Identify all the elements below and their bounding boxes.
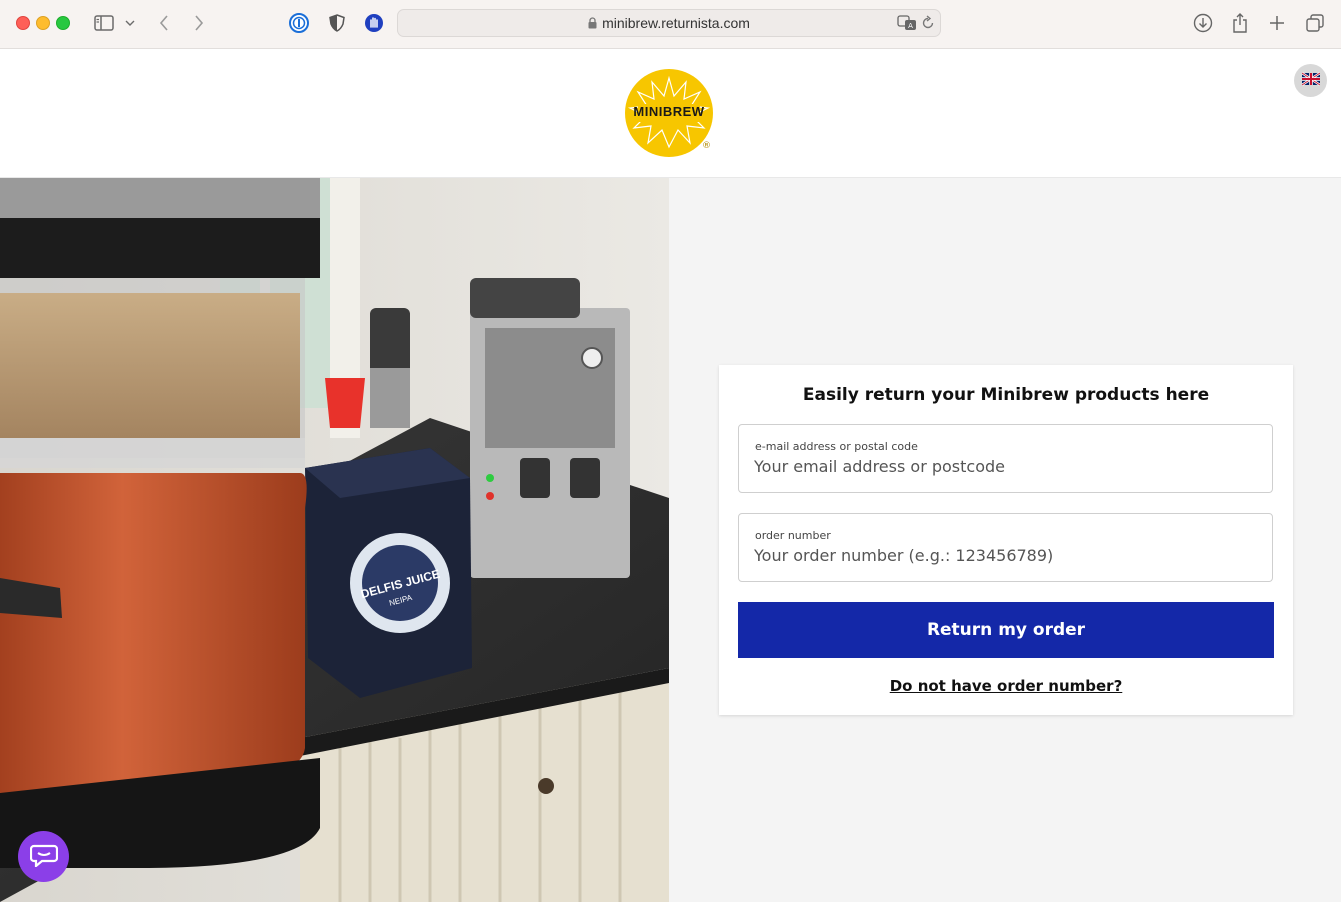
- minimize-window-button[interactable]: [36, 16, 50, 30]
- download-icon[interactable]: [1193, 11, 1213, 35]
- registered-mark: ®: [702, 141, 711, 151]
- close-window-button[interactable]: [16, 16, 30, 30]
- translate-icon[interactable]: A: [897, 15, 917, 35]
- email-input[interactable]: [754, 457, 1254, 476]
- chat-button[interactable]: [18, 831, 69, 882]
- password-manager-icon[interactable]: [289, 11, 309, 35]
- shield-icon[interactable]: [327, 11, 347, 35]
- email-field[interactable]: e-mail address or postal code: [738, 424, 1273, 493]
- url-value: minibrew.returnista.com: [602, 15, 750, 31]
- email-field-label: e-mail address or postal code: [755, 440, 918, 453]
- logo-wordmark: MINIBREW: [633, 104, 705, 119]
- sidebar-icon[interactable]: [93, 11, 115, 35]
- return-order-button[interactable]: Return my order: [738, 602, 1274, 658]
- order-number-field[interactable]: order number: [738, 513, 1273, 582]
- share-icon[interactable]: [1230, 11, 1250, 35]
- reload-icon[interactable]: [921, 15, 935, 35]
- chat-icon: [29, 843, 58, 871]
- form-panel: Easily return your Minibrew products her…: [669, 178, 1341, 902]
- no-order-number-link[interactable]: Do not have order number?: [719, 677, 1293, 695]
- address-bar[interactable]: minibrew.returnista.com A: [397, 9, 941, 37]
- url-text: minibrew.returnista.com: [398, 15, 940, 32]
- order-number-label: order number: [755, 529, 831, 542]
- uk-flag-icon: [1300, 71, 1321, 90]
- order-number-input[interactable]: [754, 546, 1254, 565]
- zoom-window-button[interactable]: [56, 16, 70, 30]
- back-icon[interactable]: [155, 11, 173, 35]
- site-header: MINIBREW ®: [0, 49, 1341, 178]
- tabs-icon[interactable]: [1305, 11, 1325, 35]
- plus-icon[interactable]: [1267, 11, 1287, 35]
- language-switcher[interactable]: [1294, 64, 1327, 97]
- browser-toolbar: minibrew.returnista.com A: [0, 0, 1341, 49]
- lock-icon: [588, 16, 597, 32]
- chevron-down-icon[interactable]: [123, 11, 137, 35]
- form-title: Easily return your Minibrew products her…: [802, 385, 1210, 405]
- minibrew-logo[interactable]: MINIBREW ®: [624, 68, 714, 158]
- forward-icon[interactable]: [190, 11, 208, 35]
- return-form-card: Easily return your Minibrew products her…: [719, 365, 1293, 715]
- hand-icon[interactable]: [364, 11, 384, 35]
- hero-photo: DELFIS JUICE NEIPA: [0, 178, 669, 902]
- svg-text:A: A: [908, 22, 913, 30]
